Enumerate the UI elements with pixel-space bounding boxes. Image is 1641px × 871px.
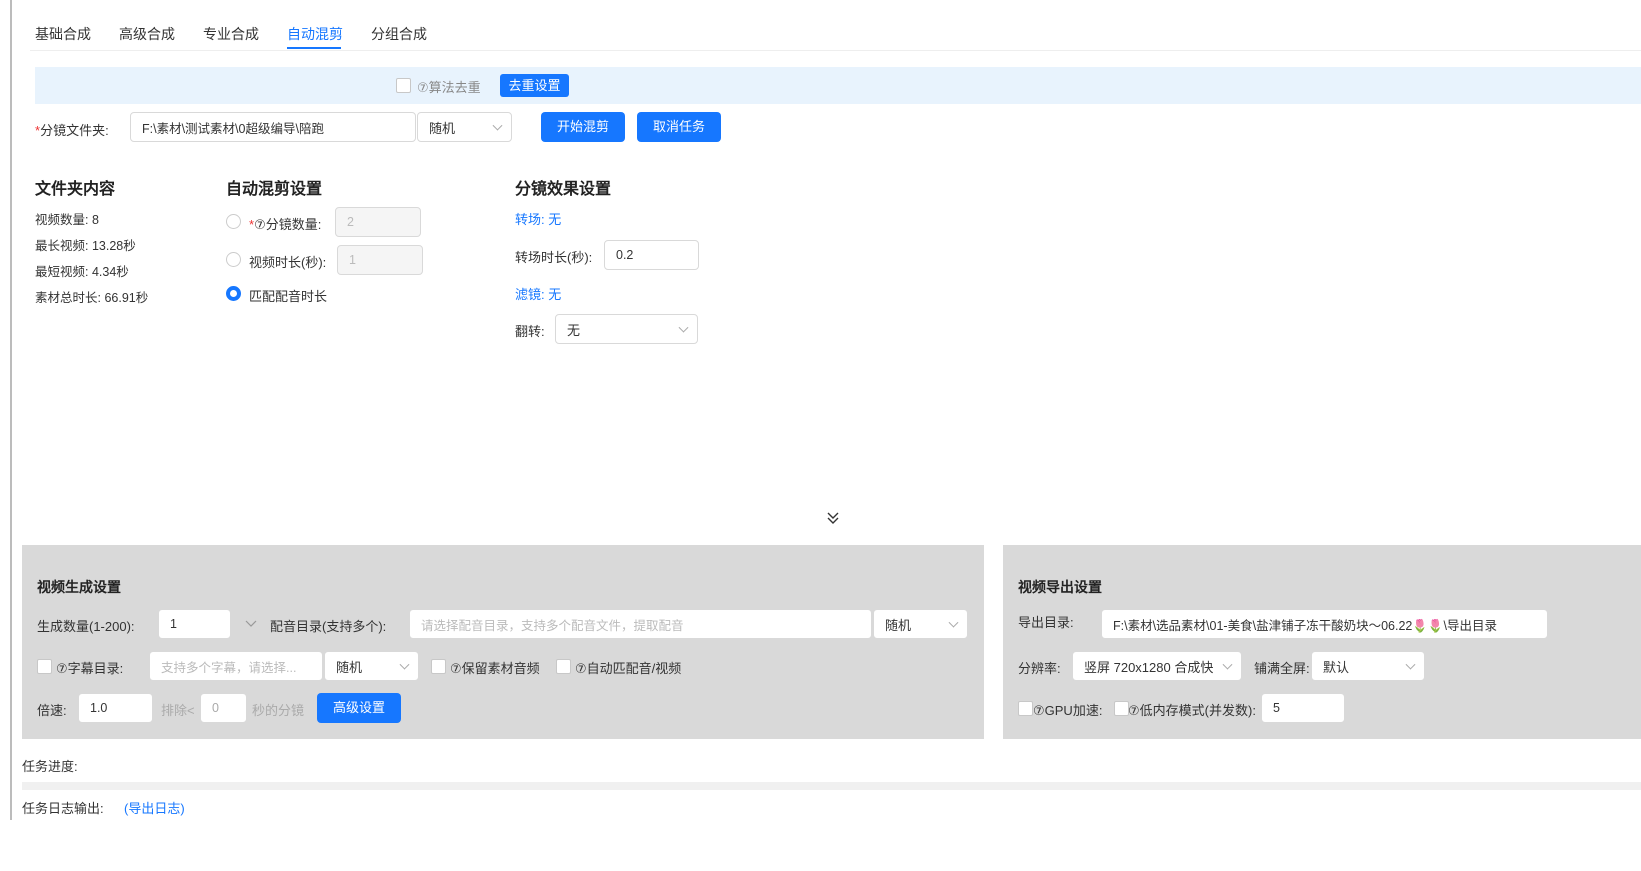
subtitle-input[interactable]: 支持多个字幕，请选择...: [149, 651, 323, 681]
dedup-settings-button[interactable]: 去重设置: [500, 74, 569, 97]
transition-duration-input[interactable]: 0.2: [604, 240, 699, 270]
transition-link[interactable]: 转场: 无: [515, 209, 561, 228]
audio-order-value: 随机: [885, 617, 912, 633]
chevron-down-icon: [1405, 659, 1416, 670]
speed-input[interactable]: 1.0: [78, 693, 153, 723]
exclude-label: 排除<: [161, 703, 195, 718]
folder-label: *分镜文件夹:: [35, 120, 109, 139]
dedup-checkbox[interactable]: [396, 78, 411, 93]
radio-shot-count[interactable]: [226, 214, 241, 229]
export-dir-input[interactable]: F:\素材\选品素材\01-美食\盐津铺子冻干酸奶块～06.22🌷🌷\导出目录: [1101, 609, 1548, 639]
dedup-label: ⑦算法去重: [417, 80, 481, 95]
video-count: 视频数量: 8: [35, 213, 99, 227]
folder-label-text: 分镜文件夹:: [40, 123, 109, 138]
radio-match-audio[interactable]: [226, 286, 241, 301]
flip-label: 翻转:: [515, 324, 545, 339]
task-progress-bar: [22, 782, 1641, 790]
exclude-suffix: 秒的分镜: [252, 703, 305, 718]
subtitle-order-select[interactable]: 随机: [324, 651, 419, 681]
flip-value: 无: [567, 322, 581, 338]
low-memory-checkbox[interactable]: [1114, 701, 1129, 716]
video-export-title: 视频导出设置: [1018, 579, 1102, 595]
count-label: 生成数量(1-200):: [37, 619, 135, 634]
resolution-value: 竖屏 720x1280 合成快: [1084, 659, 1214, 675]
shot-count-input[interactable]: 2: [335, 207, 421, 237]
audio-order-select[interactable]: 随机: [873, 609, 968, 639]
auto-match-label: ⑦自动匹配音/视频: [575, 661, 682, 676]
subtitle-label: ⑦字幕目录:: [56, 661, 124, 676]
tab-professional[interactable]: 专业合成: [203, 24, 259, 44]
chevron-down-icon: [948, 617, 959, 628]
chevron-down-icon: [399, 659, 410, 670]
auto-mix-title: 自动混剪设置: [226, 181, 323, 198]
gpu-checkbox[interactable]: [1018, 701, 1033, 716]
fill-screen-select[interactable]: 默认: [1311, 651, 1425, 681]
exclude-input[interactable]: 0: [200, 693, 247, 723]
match-audio-label: 匹配配音时长: [249, 289, 328, 304]
video-duration-label: 视频时长(秒):: [249, 255, 327, 270]
gpu-label: ⑦GPU加速:: [1033, 703, 1103, 718]
resolution-select[interactable]: 竖屏 720x1280 合成快: [1072, 651, 1242, 681]
folder-order-value: 随机: [429, 120, 456, 136]
advanced-settings-button[interactable]: 高级设置: [317, 693, 401, 723]
video-generation-title: 视频生成设置: [37, 579, 121, 595]
keep-audio-checkbox[interactable]: [431, 659, 446, 674]
export-dir-label: 导出目录:: [1018, 615, 1074, 630]
fill-screen-label: 铺满全屏:: [1254, 661, 1310, 676]
start-mix-button[interactable]: 开始混剪: [541, 112, 625, 142]
keep-audio-label: ⑦保留素材音频: [450, 661, 540, 676]
folder-content-title: 文件夹内容: [35, 181, 116, 198]
auto-match-checkbox[interactable]: [556, 659, 571, 674]
task-log-label: 任务日志输出:: [22, 801, 104, 816]
double-chevron-down-icon[interactable]: [826, 511, 840, 525]
filter-link[interactable]: 滤镜: 无: [515, 284, 561, 303]
count-input[interactable]: 1: [158, 609, 231, 639]
low-memory-input[interactable]: 5: [1261, 693, 1345, 723]
fill-screen-value: 默认: [1323, 659, 1350, 675]
dedup-bar: [35, 67, 1641, 104]
tab-group[interactable]: 分组合成: [371, 24, 427, 44]
shot-count-label-text: ⑦分镜数量:: [254, 217, 322, 232]
tab-auto-mix[interactable]: 自动混剪: [287, 24, 343, 44]
resolution-label: 分辨率:: [1018, 661, 1061, 676]
chevron-down-icon[interactable]: [244, 617, 258, 627]
audio-dir-label: 配音目录(支持多个):: [270, 619, 387, 634]
effects-title: 分镜效果设置: [515, 181, 612, 198]
chevron-down-icon: [1222, 659, 1233, 670]
transition-duration-label: 转场时长(秒):: [515, 250, 593, 265]
task-progress-label: 任务进度:: [22, 759, 78, 774]
shot-count-label: *⑦分镜数量:: [249, 214, 321, 233]
radio-video-duration[interactable]: [226, 252, 241, 267]
chevron-down-icon: [678, 322, 689, 333]
subtitle-checkbox[interactable]: [37, 659, 52, 674]
audio-dir-input[interactable]: 请选择配音目录，支持多个配音文件，提取配音: [409, 609, 872, 639]
tab-basic[interactable]: 基础合成: [35, 24, 91, 44]
active-tab-indicator: [287, 47, 341, 49]
tab-divider: [30, 50, 1641, 51]
tab-advanced[interactable]: 高级合成: [119, 24, 175, 44]
speed-label: 倍速:: [37, 703, 67, 718]
low-memory-label: ⑦低内存模式(并发数):: [1128, 703, 1256, 718]
flip-select[interactable]: 无: [555, 314, 698, 344]
subtitle-order-value: 随机: [336, 659, 363, 675]
folder-order-select[interactable]: 随机: [417, 112, 512, 142]
total-duration: 素材总时长: 66.91秒: [35, 291, 149, 305]
folder-path-input[interactable]: F:\素材\测试素材\0超级编导\陪跑: [130, 112, 416, 142]
shortest-video: 最短视频: 4.34秒: [35, 265, 129, 279]
export-log-link[interactable]: (导出日志): [124, 798, 185, 817]
video-duration-input[interactable]: 1: [337, 245, 423, 275]
longest-video: 最长视频: 13.28秒: [35, 239, 136, 253]
cancel-task-button[interactable]: 取消任务: [637, 112, 721, 142]
chevron-down-icon: [492, 120, 503, 131]
window-left-border: [10, 0, 12, 820]
